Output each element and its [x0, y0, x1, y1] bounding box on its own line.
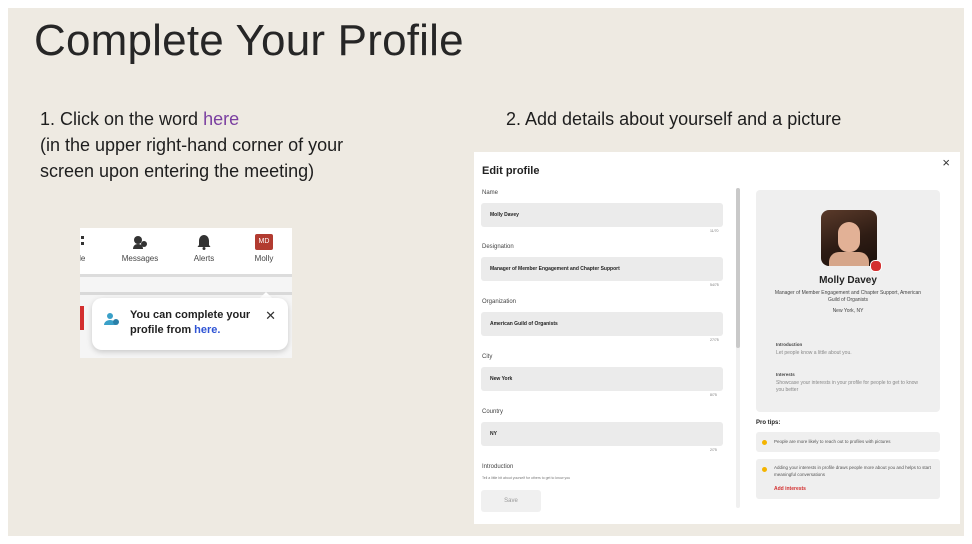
camera-icon[interactable]: [870, 260, 882, 272]
city-value: New York: [490, 376, 513, 382]
dialog-title: Edit profile: [482, 165, 540, 177]
tooltip-text: You can complete your profile from: [130, 309, 251, 336]
country-label: Country: [482, 409, 504, 415]
char-count: 2/75: [710, 448, 717, 452]
close-icon[interactable]: ×: [942, 155, 950, 170]
interests-heading: Interests: [776, 372, 795, 377]
introduction-heading: Introduction: [776, 342, 803, 347]
city-field[interactable]: New York: [481, 367, 723, 391]
country-value: NY: [490, 431, 497, 437]
introduction-hint: Tell a little bit about yourself for oth…: [482, 476, 571, 480]
edit-profile-dialog: Edit profile × Name Molly Davey 11/70 De…: [474, 152, 960, 524]
step1-suffix: (in the upper right-hand corner of your …: [40, 135, 344, 181]
profile-preview-card: Molly Davey Manager of Member Engagement…: [756, 190, 940, 412]
profile-designation: Manager of Member Engagement and Chapter…: [774, 290, 922, 303]
accent-mark: [80, 306, 84, 330]
nav-item-people[interactable]: ole: [80, 234, 106, 263]
step1-instruction: 1. Click on the word here (in the upper …: [40, 106, 360, 184]
pro-tips-heading: Pro tips:: [756, 420, 781, 426]
nav-item-label: Molly: [254, 254, 274, 263]
profile-location: New York, NY: [832, 308, 864, 314]
char-count: 27/75: [710, 338, 719, 342]
introduction-label: Introduction: [482, 464, 514, 470]
add-interests-link[interactable]: Add interests: [774, 486, 806, 492]
profile-name: Molly Davey: [819, 275, 877, 286]
user-settings-icon: [104, 311, 120, 327]
nav-item-label: Alerts: [193, 254, 215, 263]
nav-item-label: Messages: [121, 254, 159, 263]
close-icon[interactable]: ✕: [265, 308, 276, 324]
char-count: 11/70: [710, 229, 719, 233]
step1-here-word: here: [203, 109, 240, 129]
char-count: 8/75: [710, 393, 717, 397]
pro-tip: People are more likely to reach out to p…: [756, 432, 940, 452]
introduction-text: Let people know a little about you.: [776, 350, 852, 356]
tooltip-here-link[interactable]: here.: [194, 324, 220, 336]
organization-field[interactable]: American Guild of Organists: [481, 312, 723, 336]
nav-item-alerts[interactable]: Alerts: [178, 234, 230, 263]
interests-text: Showcase your interests in your profile …: [776, 380, 919, 393]
organization-value: American Guild of Organists: [490, 321, 558, 327]
organization-label: Organization: [482, 299, 517, 305]
tooltip-message: You can complete your profile from here.: [130, 308, 260, 338]
scrollbar-thumb[interactable]: [736, 188, 740, 348]
messages-icon: [114, 234, 166, 250]
photo-face: [838, 222, 860, 252]
name-field[interactable]: Molly Davey: [481, 203, 723, 227]
photo-body: [829, 252, 869, 266]
char-count: 54/75: [710, 283, 719, 287]
designation-value: Manager of Member Engagement and Chapter…: [490, 266, 620, 272]
pro-tip-text: People are more likely to reach out to p…: [774, 439, 891, 444]
name-label: Name: [482, 190, 499, 196]
step2-instruction: 2. Add details about yourself and a pict…: [506, 109, 842, 129]
lightbulb-icon: [762, 467, 767, 472]
navbar-screenshot: ole Messages Alerts MD Molly You can c: [80, 228, 292, 358]
profile-tooltip: You can complete your profile from here.…: [92, 298, 288, 350]
partial-icon: [80, 234, 106, 250]
step1-prefix: 1. Click on the word: [40, 109, 204, 129]
pro-tip-text: Adding your interests in profile draws p…: [774, 465, 931, 477]
top-navbar: ole Messages Alerts MD Molly: [80, 228, 292, 277]
nav-item-label: ole: [80, 254, 86, 263]
pro-tip: Adding your interests in profile draws p…: [756, 459, 940, 499]
bell-icon: [178, 234, 230, 250]
country-field[interactable]: NY: [481, 422, 723, 446]
lightbulb-icon: [762, 440, 767, 445]
nav-item-messages[interactable]: Messages: [114, 234, 166, 263]
slide-title: Complete Your Profile: [34, 16, 464, 65]
avatar: MD: [255, 234, 273, 250]
nav-item-profile[interactable]: MD Molly: [238, 234, 290, 263]
designation-label: Designation: [482, 244, 514, 250]
city-label: City: [482, 354, 493, 360]
save-button[interactable]: Save: [481, 490, 541, 512]
profile-photo[interactable]: [821, 210, 877, 266]
name-value: Molly Davey: [490, 212, 519, 218]
designation-field[interactable]: Manager of Member Engagement and Chapter…: [481, 257, 723, 281]
